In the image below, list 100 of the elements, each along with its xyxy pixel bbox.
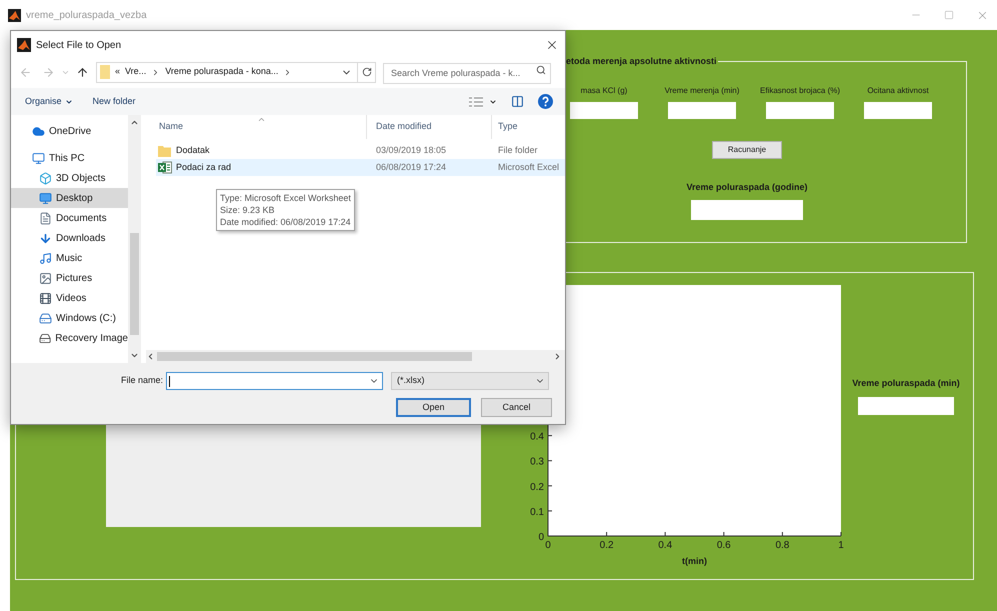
download-icon — [39, 232, 52, 244]
calculate-button[interactable]: Racunanje — [712, 140, 782, 158]
result-field[interactable] — [691, 200, 803, 220]
tick-label: 0.2 — [530, 482, 544, 493]
tick-label: 1 — [838, 540, 844, 551]
caret-icon — [64, 98, 73, 106]
nav-item[interactable]: This PC — [11, 148, 128, 168]
tick-label: 0 — [545, 540, 551, 551]
tick-label: 0.8 — [775, 540, 790, 551]
computer-icon — [32, 152, 45, 164]
file-date: 03/09/2019 18:05 — [376, 144, 448, 157]
tick-label: 0 — [538, 532, 544, 543]
input-field[interactable] — [766, 102, 834, 118]
horizontal-scrollbar[interactable] — [146, 350, 565, 363]
file-row[interactable]: Dodatak 03/09/2019 18:05 File folder — [156, 142, 565, 159]
nav-item[interactable]: Videos — [11, 288, 128, 308]
nav-item[interactable]: Downloads — [11, 228, 128, 248]
address-bar[interactable]: « Vre... Vreme poluraspada - kona... — [96, 62, 376, 82]
tick-label: 0.4 — [530, 432, 544, 443]
nav-item[interactable]: Recovery Image — [11, 328, 128, 348]
maximize-icon[interactable] — [944, 10, 954, 20]
scrollbar[interactable] — [128, 115, 141, 363]
breadcrumb-item[interactable]: « — [115, 65, 120, 79]
field-label: Ocitana aktivnost — [867, 84, 929, 96]
tooltip-line: Size: 9.23 KB — [220, 204, 276, 216]
nav-item[interactable]: Music — [11, 248, 128, 268]
app-logo-icon — [17, 38, 31, 52]
forward-icon[interactable] — [42, 66, 55, 78]
field-label: File name: — [120, 374, 164, 388]
scroll-down-icon[interactable] — [130, 351, 139, 360]
field-label: masa KCl (g) — [580, 84, 628, 96]
back-icon[interactable] — [19, 66, 32, 78]
music-icon — [39, 252, 52, 264]
axis-label: t(min) — [682, 556, 707, 566]
tick-label: 0.2 — [600, 540, 614, 551]
tick-label: 0.4 — [658, 540, 672, 551]
column-header[interactable]: Type — [491, 115, 518, 139]
toolbar-button[interactable]: Organise — [25, 94, 73, 108]
folder-icon — [158, 144, 171, 156]
file-type-dropdown[interactable]: (*.xlsx) — [391, 372, 549, 390]
drive-icon — [39, 312, 52, 324]
nav-item[interactable]: Desktop — [11, 188, 128, 208]
file-date: 06/08/2019 17:24 — [376, 160, 448, 174]
view-icon[interactable] — [469, 96, 483, 106]
breadcrumb-item[interactable]: Vreme poluraspada - kona... — [165, 65, 278, 79]
scroll-thumb[interactable] — [157, 352, 472, 361]
file-type: Microsoft Excel — [498, 160, 560, 174]
column-header[interactable]: Date modified — [366, 115, 491, 139]
tick-label: 0.6 — [716, 540, 731, 551]
up-icon[interactable] — [76, 66, 89, 78]
spreadsheet-icon — [158, 161, 172, 174]
film-icon — [39, 292, 52, 304]
picture-icon — [39, 272, 52, 284]
help-icon[interactable] — [538, 94, 553, 109]
scroll-right-icon[interactable] — [553, 352, 562, 361]
toolbar-button[interactable]: New folder — [92, 94, 136, 108]
scroll-left-icon[interactable] — [146, 352, 155, 361]
field-label: Vreme merenja (min) — [664, 84, 740, 96]
cube-icon — [39, 172, 52, 184]
column-header[interactable]: Name — [159, 120, 366, 134]
breadcrumb-item[interactable]: Vre... — [125, 65, 146, 79]
input-field[interactable] — [864, 102, 932, 118]
nav-item[interactable]: Documents — [11, 208, 128, 228]
app-logo-icon — [8, 8, 21, 22]
search-field[interactable]: Search Vreme poluraspada - k... — [383, 62, 551, 84]
document-icon — [39, 212, 52, 224]
tick-label: 0.3 — [530, 456, 544, 468]
preview-pane-icon[interactable] — [511, 95, 524, 108]
search-icon — [536, 65, 546, 75]
tick-label: 0.1 — [530, 506, 544, 518]
tooltip-line: Type: Microsoft Excel Worksheet — [220, 192, 351, 204]
dialog-button[interactable]: Cancel — [481, 398, 552, 417]
nav-item[interactable]: Pictures — [11, 268, 128, 288]
caret-icon[interactable] — [489, 98, 497, 106]
result-label: Vreme poluraspada (min) — [852, 377, 960, 390]
dialog-title: Select File to Open — [36, 38, 122, 52]
file-row[interactable]: Podaci za rad 06/08/2019 17:24 Microsoft Excel — [156, 159, 565, 176]
sort-icon — [257, 115, 266, 124]
scroll-up-icon[interactable] — [130, 118, 139, 127]
scroll-thumb[interactable] — [130, 233, 139, 335]
dialog-button[interactable]: Open — [396, 398, 471, 417]
desktop-icon — [39, 192, 52, 204]
cloud-icon — [32, 124, 45, 138]
result-label: Vreme poluraspada (godine) — [686, 180, 808, 194]
nav-item[interactable]: OneDrive — [11, 121, 128, 141]
input-field[interactable] — [570, 102, 638, 118]
field-label: Efikasnost brojaca (%) — [760, 84, 840, 96]
tooltip-line: Date modified: 06/08/2019 17:24 — [220, 216, 351, 228]
nav-item[interactable]: 3D Objects — [11, 168, 128, 188]
nav-item[interactable]: Windows (C:) — [11, 308, 128, 328]
window-title: vreme_poluraspada_vezba — [26, 8, 147, 22]
file-name: Dodatak — [176, 144, 211, 157]
file-type: File folder — [498, 144, 538, 157]
file-name: Podaci za rad — [176, 160, 232, 174]
refresh-icon — [362, 67, 372, 77]
result-field[interactable] — [858, 396, 954, 414]
file-name-field[interactable] — [166, 372, 383, 390]
drive-icon — [39, 332, 52, 344]
folder-icon — [100, 65, 110, 79]
input-field[interactable] — [668, 102, 736, 118]
